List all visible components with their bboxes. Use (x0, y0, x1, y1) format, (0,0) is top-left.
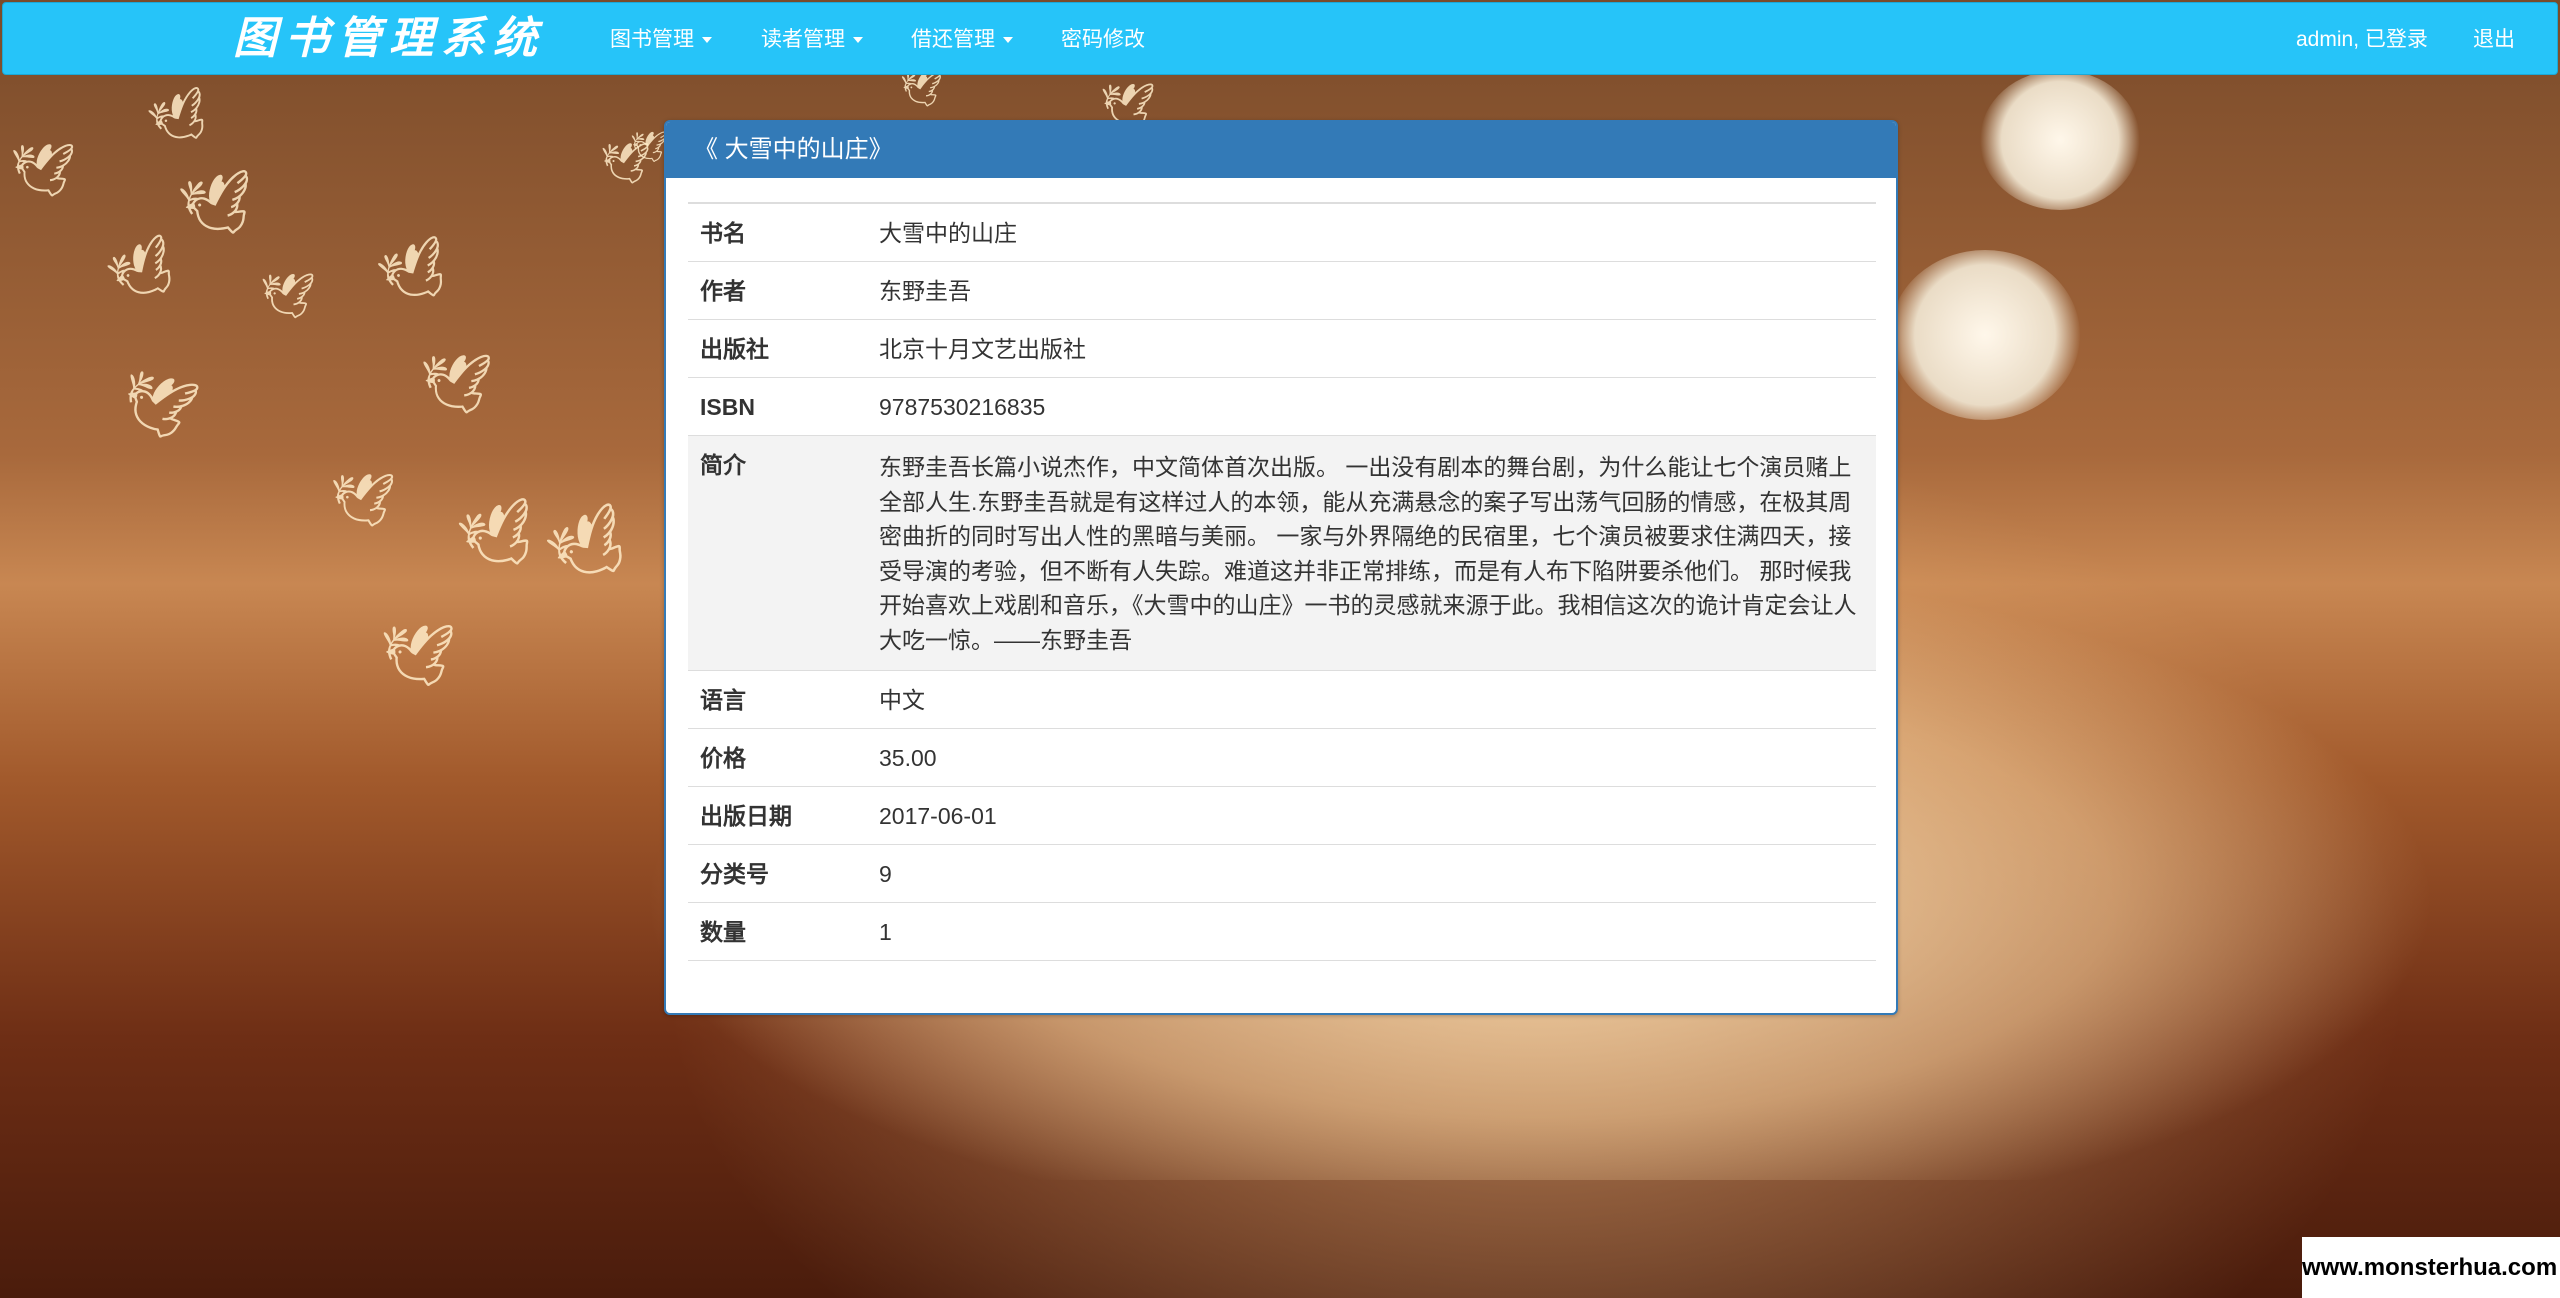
brand-logo[interactable]: 图书管理系统 (233, 11, 545, 67)
row-label: 分类号 (688, 844, 867, 903)
row-label: ISBN (688, 377, 867, 436)
row-value: 1 (867, 902, 1876, 961)
menu-change-password[interactable]: 密码修改 (1061, 3, 1145, 76)
row-value: 中文 (867, 670, 1876, 729)
user-status-link[interactable]: admin, 已登录 (2296, 3, 2428, 76)
menu-book-management[interactable]: 图书管理 (610, 3, 712, 76)
row-label: 数量 (688, 902, 867, 961)
table-row-isbn: ISBN 9787530216835 (688, 377, 1876, 436)
row-value: 9 (867, 844, 1876, 903)
caret-down-icon (1003, 37, 1013, 44)
table-row-publisher: 出版社 北京十月文艺出版社 (688, 319, 1876, 378)
site-watermark: www.monsterhua.com (2302, 1237, 2560, 1298)
table-row-class-number: 分类号 9 (688, 844, 1876, 903)
menu-reader-management-label: 读者管理 (761, 28, 845, 51)
menu-reader-management[interactable]: 读者管理 (761, 3, 863, 76)
row-label: 价格 (688, 728, 867, 787)
row-value: 东野圭吾 (867, 261, 1876, 320)
top-navbar: 图书管理系统 图书管理 读者管理 借还管理 密码修改 admin, 已登录 退出 (2, 2, 2558, 75)
caret-down-icon (702, 37, 712, 44)
menu-borrow-return-management[interactable]: 借还管理 (911, 3, 1013, 76)
table-row-publish-date: 出版日期 2017-06-01 (688, 786, 1876, 845)
background-paper-flower (1890, 250, 2080, 420)
row-label: 作者 (688, 261, 867, 320)
table-row-language: 语言 中文 (688, 670, 1876, 729)
row-value: 东野圭吾长篇小说杰作，中文简体首次出版。 一出没有剧本的舞台剧，为什么能让七个演… (867, 435, 1876, 671)
table-row-introduction: 简介 东野圭吾长篇小说杰作，中文简体首次出版。 一出没有剧本的舞台剧，为什么能让… (688, 435, 1876, 671)
logout-link[interactable]: 退出 (2473, 3, 2515, 76)
table-row-title: 书名 大雪中的山庄 (688, 203, 1876, 262)
book-detail-table: 书名 大雪中的山庄 作者 东野圭吾 出版社 北京十月文艺出版社 ISBN 978… (688, 202, 1876, 961)
menu-borrow-return-label: 借还管理 (911, 28, 995, 51)
row-value: 9787530216835 (867, 377, 1876, 436)
row-label: 出版社 (688, 319, 867, 378)
row-value: 北京十月文艺出版社 (867, 319, 1876, 378)
row-label: 语言 (688, 670, 867, 729)
book-detail-panel: 《 大雪中的山庄》 书名 大雪中的山庄 作者 东野圭吾 出版社 北京十月文艺出版… (664, 120, 1898, 1015)
panel-body: 书名 大雪中的山庄 作者 东野圭吾 出版社 北京十月文艺出版社 ISBN 978… (688, 202, 1876, 961)
menu-book-management-label: 图书管理 (610, 28, 694, 51)
row-label: 简介 (688, 435, 867, 671)
table-row-quantity: 数量 1 (688, 902, 1876, 961)
row-value: 大雪中的山庄 (867, 203, 1876, 262)
table-row-author: 作者 东野圭吾 (688, 261, 1876, 320)
row-label: 出版日期 (688, 786, 867, 845)
table-row-price: 价格 35.00 (688, 728, 1876, 787)
panel-title: 《 大雪中的山庄》 (666, 122, 1896, 178)
caret-down-icon (853, 37, 863, 44)
row-value: 35.00 (867, 728, 1876, 787)
row-label: 书名 (688, 203, 867, 262)
row-value: 2017-06-01 (867, 786, 1876, 845)
menu-change-password-label: 密码修改 (1061, 28, 1145, 51)
background-paper-flower (1980, 70, 2140, 210)
introduction-text: 东野圭吾长篇小说杰作，中文简体首次出版。 一出没有剧本的舞台剧，为什么能让七个演… (879, 454, 1857, 653)
